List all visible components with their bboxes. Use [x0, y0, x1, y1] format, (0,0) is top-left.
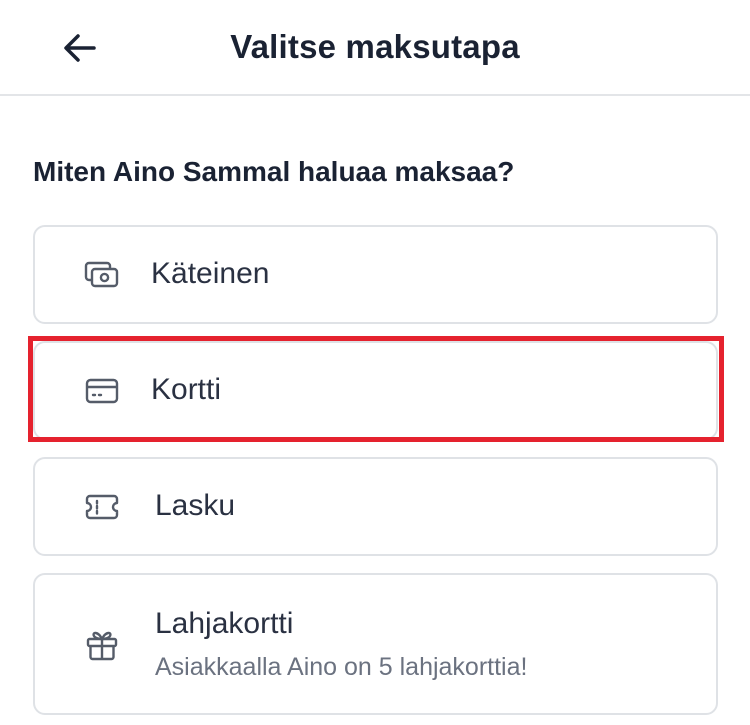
page-title: Valitse maksutapa	[230, 28, 520, 65]
credit-card-icon	[83, 372, 121, 410]
header: Valitse maksutapa	[0, 0, 750, 96]
payment-option-invoice[interactable]: Lasku	[33, 457, 718, 556]
payment-option-label: Kortti	[151, 373, 222, 406]
cash-icon	[83, 256, 121, 294]
payment-option-label: Lahjakortti	[155, 607, 294, 640]
payment-question: Miten Aino Sammal haluaa maksaa?	[33, 156, 515, 187]
payment-option-label: Lasku	[155, 489, 236, 522]
payment-option-card[interactable]: Kortti	[33, 341, 718, 440]
payment-option-label: Käteinen	[151, 257, 270, 290]
ticket-icon	[83, 488, 121, 526]
giftcard-count-note: Asiakkaalla Aino on 5 lahjakorttia!	[155, 653, 528, 681]
payment-option-cash[interactable]: Käteinen	[33, 225, 718, 324]
payment-option-giftcard[interactable]: Lahjakortti Asiakkaalla Aino on 5 lahjak…	[33, 573, 718, 715]
gift-icon	[83, 626, 121, 664]
